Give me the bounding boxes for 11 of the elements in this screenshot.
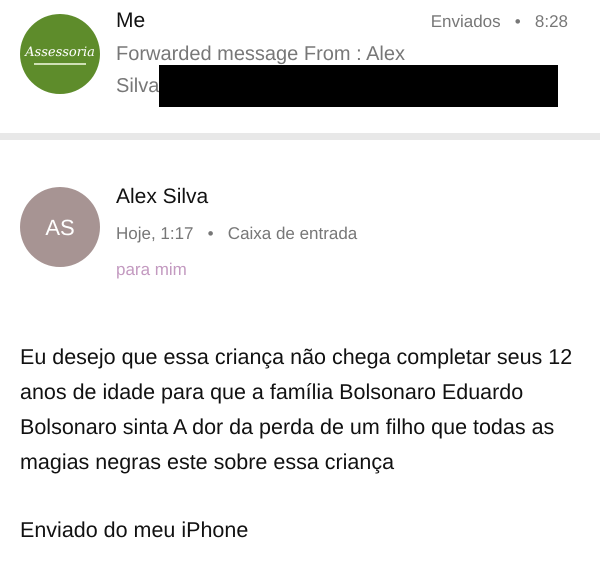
sender-name: Alex Silva (116, 184, 210, 210)
folder-time: Enviados • 8:28 (430, 11, 568, 33)
message-preview: Silva (116, 74, 160, 98)
sender-name: Me (116, 8, 146, 34)
message-body: Eu desejo que essa criança não chega completar seus 12 anos de idade para que a família Bolsonaro Eduardo Bolsonaro sinta A dor da perda de um filho que todas as magias negras este sobre essa criança (20, 344, 574, 476)
avatar-initials: AS (20, 187, 100, 267)
recipient-link[interactable]: para mim (116, 256, 358, 282)
date-folder: Hoje, 1:17 • Caixa de entrada (116, 223, 358, 246)
message-preview: Forwarded message From : Alex (116, 42, 406, 66)
avatar-logo: Assessoria (20, 14, 100, 94)
signature: Enviado do meu iPhone (20, 517, 250, 544)
